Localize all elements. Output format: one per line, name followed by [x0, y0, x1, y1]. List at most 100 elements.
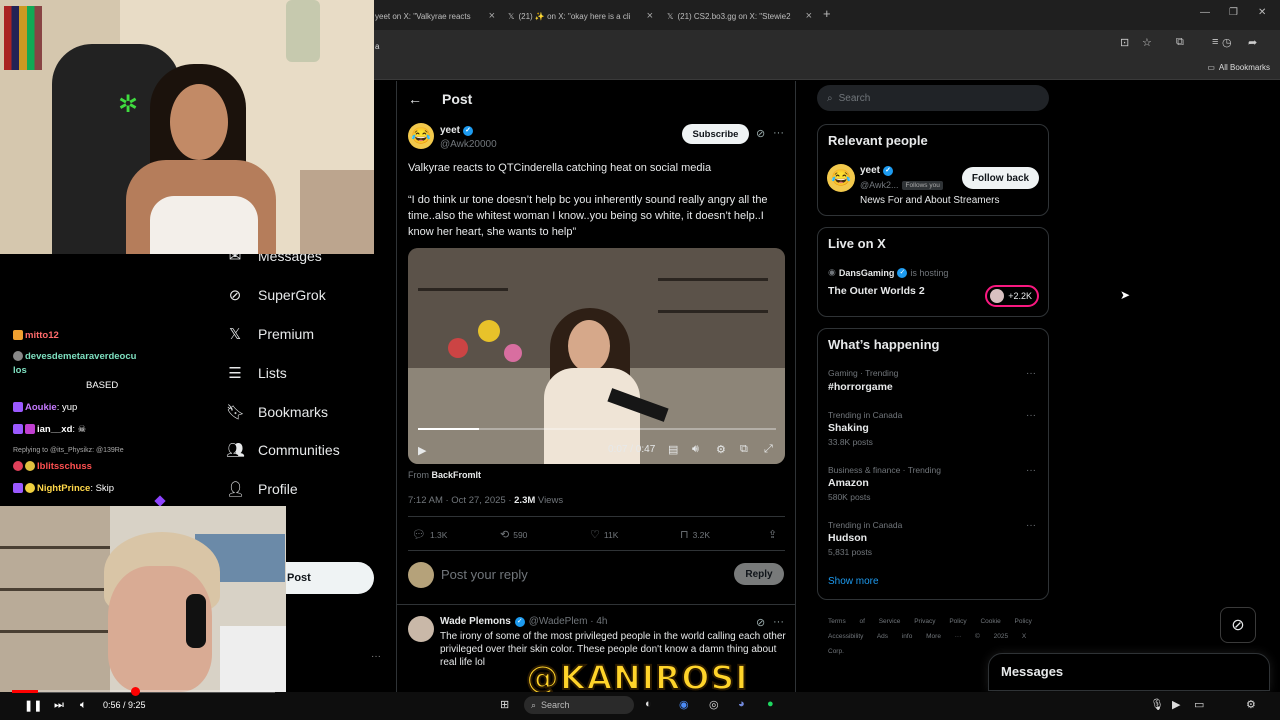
volume-icon[interactable]: 🔊︎ — [692, 443, 699, 456]
author-handle[interactable]: @Awk20000 — [440, 139, 497, 150]
captions-icon[interactable]: ▭ — [1194, 698, 1204, 711]
grok-icon[interactable]: ⊘ — [756, 616, 765, 629]
messages-drawer[interactable]: Messages — [988, 653, 1270, 691]
x-logo-icon: 𝕏 — [228, 326, 242, 343]
minimize-icon[interactable]: — — [1200, 7, 1210, 18]
nav-supergrok[interactable]: ⊘ SuperGrok — [226, 286, 326, 304]
show-more-link[interactable]: Show more — [828, 576, 879, 587]
author-name[interactable]: yeet ✓ — [440, 125, 474, 136]
nav-communities[interactable]: 👥︎ Communities — [226, 441, 340, 459]
post-video[interactable]: ▶ 0:07 / 0:47 ▤ 🔊︎ ⚙ ⧉ ⤢ — [408, 248, 785, 464]
player-progress[interactable] — [12, 690, 275, 693]
history-icon[interactable]: ◷ — [1222, 36, 1232, 49]
trend-item[interactable]: #horrorgame — [828, 381, 893, 393]
relevant-avatar[interactable]: 😂 — [827, 164, 855, 192]
bookmark-action[interactable]: ⊓ 3.2K — [680, 528, 710, 541]
discord-icon[interactable]: ◕ — [738, 698, 745, 710]
close-icon[interactable]: × — [489, 10, 495, 22]
more-options-icon[interactable]: ··· — [1026, 368, 1036, 379]
reply-input[interactable]: Post your reply — [441, 567, 528, 582]
browser-tab[interactable]: 𝕏 (21) ✨ on X: "okay here is a cli × — [508, 5, 653, 27]
reply-icon: 💬︎ — [412, 529, 426, 541]
video-time: 0:07 / 0:47 — [608, 444, 656, 455]
windows-start-icon[interactable]: ⊞ — [500, 698, 509, 711]
trend-count: 580K posts — [828, 492, 871, 502]
reply-action[interactable]: 💬︎ 1.3K — [412, 528, 447, 541]
subscribe-button[interactable]: Subscribe — [682, 124, 749, 144]
trend-item[interactable]: Shaking — [828, 422, 869, 434]
extensions-icon[interactable]: ⧉ — [1176, 36, 1184, 49]
bookmark-icon: ⊓ — [680, 529, 689, 541]
settings-icon[interactable]: ⚙ — [1246, 698, 1256, 711]
chrome-icon[interactable]: ◉ — [679, 698, 689, 711]
more-options-icon[interactable]: ··· — [1026, 520, 1036, 531]
volume-icon[interactable]: 🔈︎ — [80, 699, 87, 712]
live-title[interactable]: The Outer Worlds 2 — [828, 285, 925, 297]
share-action[interactable]: ⇪ — [768, 528, 777, 541]
search-input[interactable]: ⌕ Search — [817, 85, 1049, 111]
fullscreen-icon[interactable]: ⤢ — [764, 443, 773, 456]
author-avatar[interactable]: 😂 — [408, 123, 434, 149]
grok-icon[interactable]: ⊘ — [756, 127, 765, 140]
commenter-avatar[interactable] — [408, 616, 434, 642]
more-options-icon[interactable]: ··· — [1026, 465, 1036, 476]
spotify-icon[interactable]: ● — [767, 698, 774, 710]
app-icon[interactable]: ◐ — [645, 698, 652, 710]
video-progress[interactable] — [418, 428, 776, 430]
settings-icon[interactable]: ⚙ — [716, 443, 726, 456]
trend-count: 33.8K posts — [828, 437, 873, 447]
nav-profile[interactable]: 👤︎ Profile — [226, 480, 298, 498]
popout-icon[interactable]: ⧉ — [740, 443, 748, 456]
new-tab-button[interactable]: + — [823, 6, 831, 21]
browser-tab[interactable]: 𝕏 (21) CS2.bo3.gg on X: "Stewie2 × — [667, 5, 812, 27]
post-header: ← Post — [408, 91, 472, 107]
more-icon[interactable]: ··· — [371, 651, 381, 662]
trend-item[interactable]: Amazon — [828, 477, 869, 489]
browser-tab[interactable]: yeet on X: "Valkyrae reacts × — [375, 5, 495, 27]
post-text: Valkyrae reacts to QTCinderella catching… — [408, 162, 712, 174]
pause-icon[interactable]: ❚❚ — [24, 699, 42, 712]
restore-icon[interactable]: ❐ — [1229, 7, 1238, 18]
captions-icon[interactable]: ▤ — [668, 443, 678, 456]
sofa — [220, 626, 286, 692]
card-title: Relevant people — [828, 133, 928, 148]
nav-lists[interactable]: ☰ Lists — [226, 364, 287, 382]
card-title: Live on X — [828, 236, 886, 251]
post-button[interactable]: Post — [285, 562, 374, 594]
player-scrubber[interactable] — [131, 687, 140, 696]
back-arrow-icon[interactable]: ← — [408, 91, 422, 107]
live-listener-badge[interactable]: +2.2K — [985, 285, 1039, 307]
next-icon[interactable]: ⏭︎ — [54, 699, 64, 712]
more-options-icon[interactable]: ··· — [773, 127, 784, 139]
repost-action[interactable]: ⟲ 590 — [500, 528, 527, 541]
chat-message: Aoukie: yup — [13, 402, 77, 413]
relevant-name[interactable]: yeet ✓ — [860, 165, 894, 176]
chat-message: ian__xd: ☠ — [13, 424, 86, 435]
more-options-icon[interactable]: ··· — [773, 616, 784, 628]
grok-float-button[interactable]: ⊘ — [1220, 607, 1256, 643]
chat-badge-icon — [25, 424, 35, 435]
mic-icon[interactable]: 🎙︎ — [1150, 698, 1164, 711]
close-icon[interactable]: × — [647, 10, 653, 22]
reply-button[interactable]: Reply — [734, 563, 784, 585]
app-icon[interactable]: ◎ — [709, 698, 719, 711]
menu-icon[interactable]: ≡ — [1212, 36, 1218, 48]
window-close-icon[interactable]: ✕ — [1258, 7, 1266, 18]
chat-badge-icon — [13, 483, 23, 494]
more-options-icon[interactable]: ··· — [1026, 410, 1036, 421]
star-icon[interactable]: ☆ — [1142, 36, 1152, 49]
razer-logo-icon: ✲ — [118, 91, 139, 118]
taskbar-search[interactable]: ⌕ Search — [524, 696, 634, 714]
play-icon[interactable]: ▶ — [418, 444, 426, 457]
all-bookmarks[interactable]: ▭ All Bookmarks — [1207, 63, 1270, 72]
nav-premium[interactable]: 𝕏 Premium — [226, 325, 314, 343]
close-icon[interactable]: × — [806, 10, 812, 22]
trend-item[interactable]: Hudson — [828, 532, 867, 544]
follow-back-button[interactable]: Follow back — [962, 167, 1039, 189]
like-action[interactable]: ♡ 11K — [590, 528, 618, 541]
nav-bookmarks[interactable]: 🔖︎ Bookmarks — [226, 403, 328, 421]
install-icon[interactable]: ⊡ — [1120, 36, 1129, 49]
play-icon[interactable]: ▶ — [1172, 698, 1180, 711]
share-arrow-icon[interactable]: ➦ — [1248, 36, 1257, 49]
source-link[interactable]: BackFromIt — [432, 470, 482, 480]
